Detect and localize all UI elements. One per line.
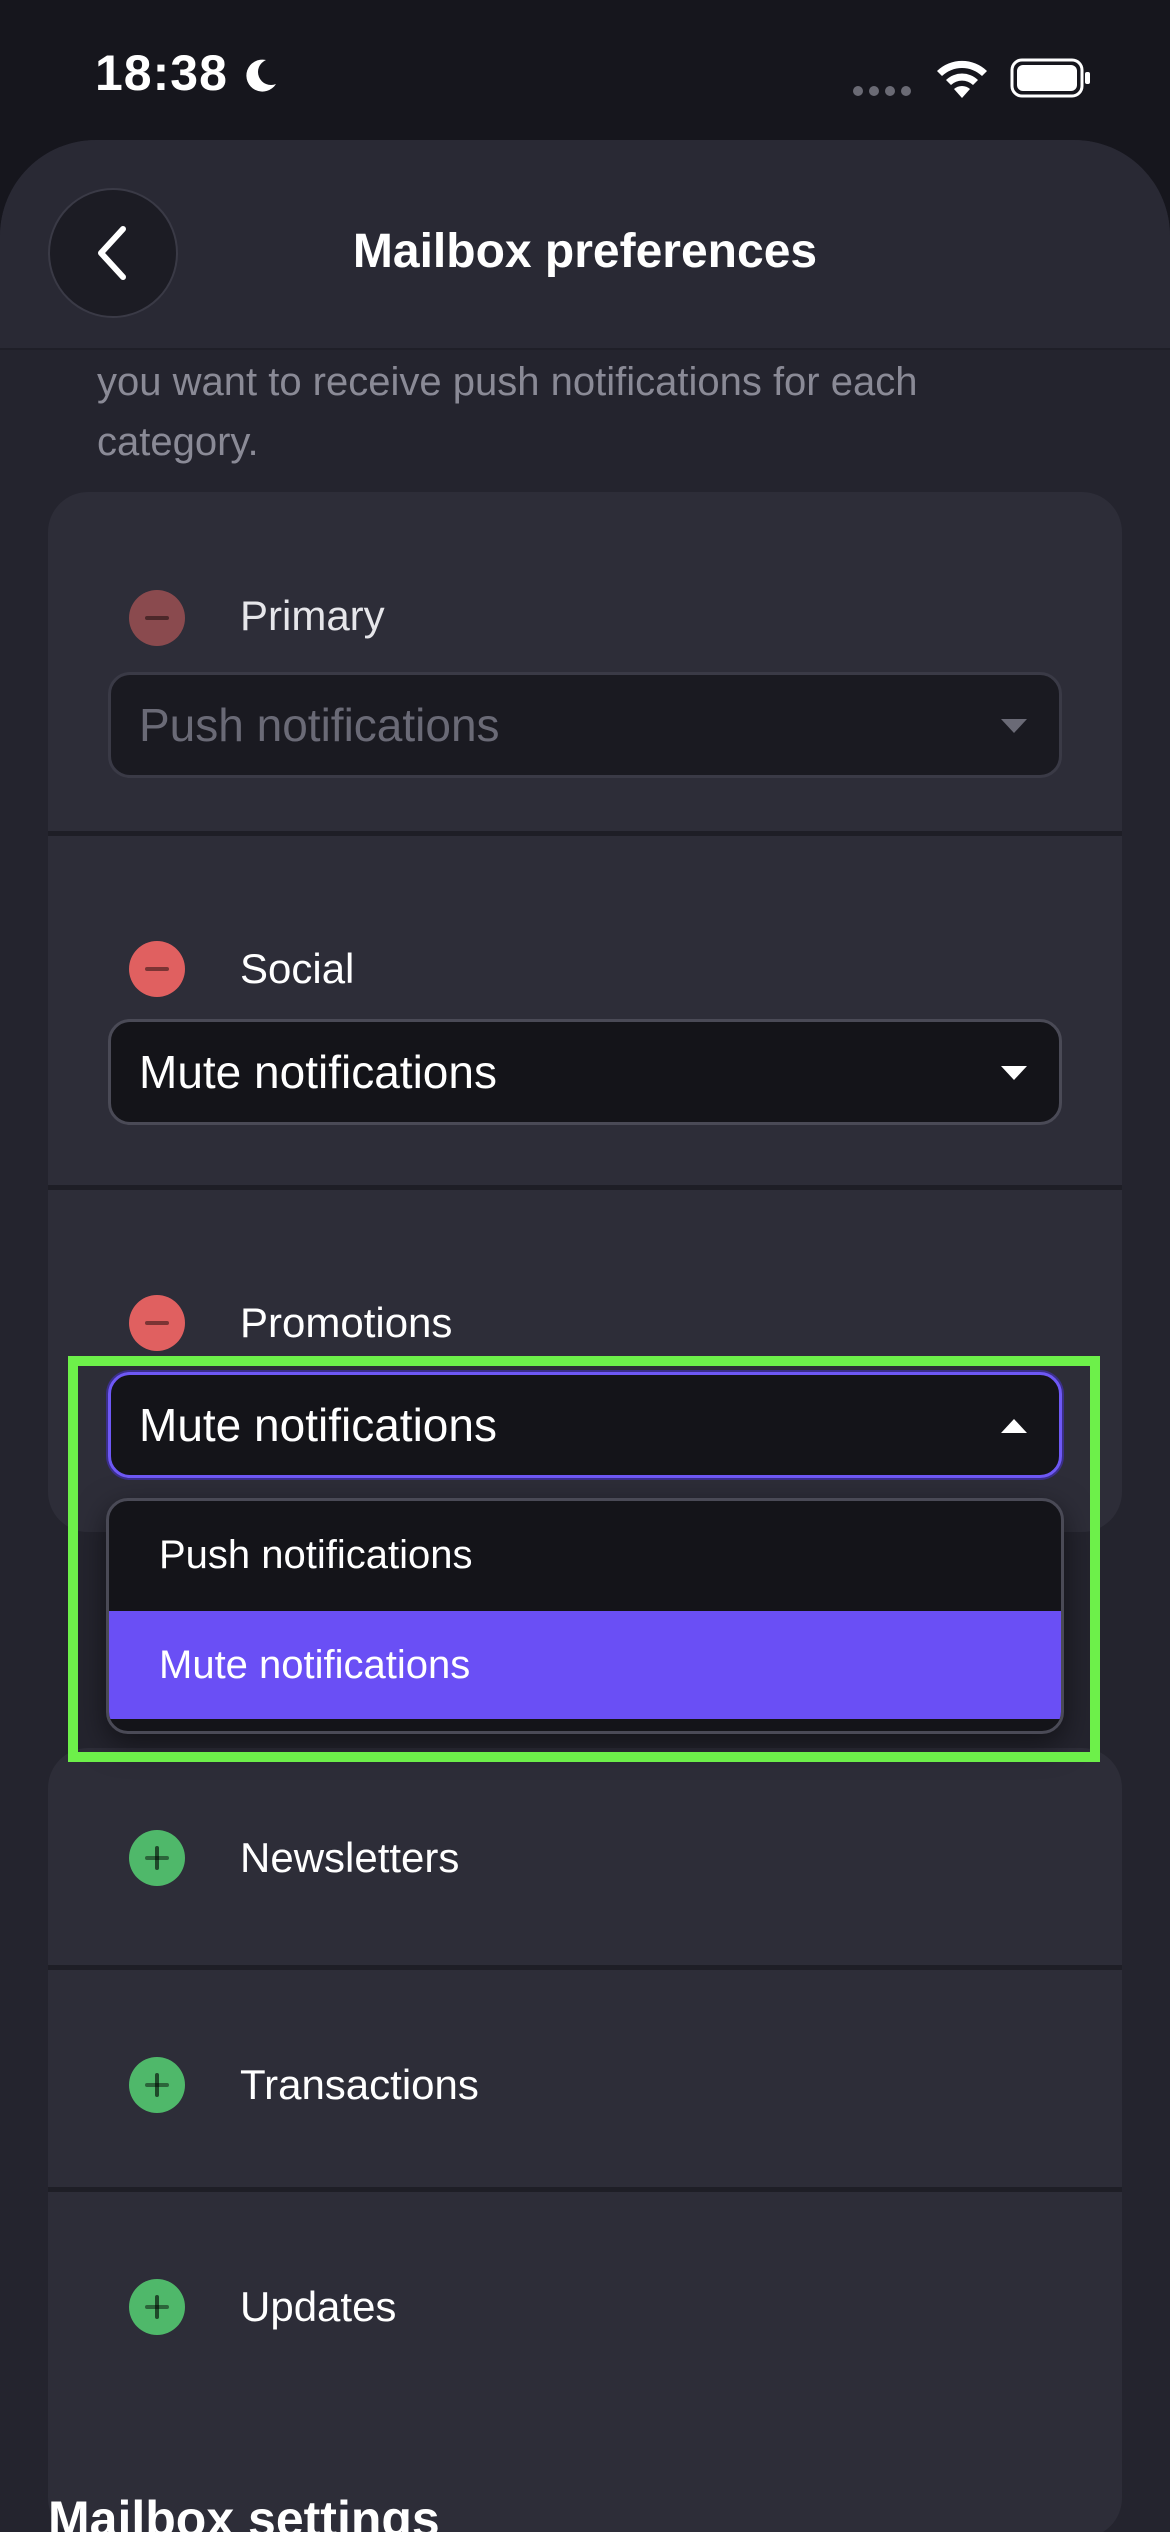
category-row-primary: Primary Push notifications [48,492,1122,836]
wifi-icon [937,60,987,98]
remove-promotions-button[interactable] [129,1295,185,1351]
category-label-primary: Primary [240,592,385,639]
status-bar: 18:38 [0,0,1170,140]
category-row-updates: Updates [48,2197,1122,2419]
status-time: 18:38 [95,45,228,101]
moon-icon [246,59,276,92]
category-label-newsletters: Newsletters [240,1834,460,1881]
section-title-mailbox-settings: Mailbox settings [48,2491,440,2532]
category-label-social: Social [240,945,355,992]
primary-notification-select[interactable]: Push notifications [108,672,1062,778]
remove-primary-button[interactable] [129,590,185,646]
battery-icon [1010,58,1090,98]
cellular-signal-icon [853,86,911,96]
category-row-social: Social Mute notifications [48,841,1122,1190]
add-transactions-button[interactable] [129,2057,185,2113]
page-title: Mailbox preferences [352,225,818,278]
category-row-newsletters: Newsletters [48,1748,1122,1970]
highlight-box [68,1356,1100,1762]
remove-social-button[interactable] [129,941,185,997]
select-value: Push notifications [139,699,500,751]
add-newsletters-button[interactable] [129,1830,185,1886]
select-value: Mute notifications [139,1046,497,1098]
inactive-categories-card: Newsletters Transactions Updates [48,1748,1122,2532]
minus-icon [145,1321,169,1325]
social-notification-select[interactable]: Mute notifications [108,1019,1062,1125]
category-label-transactions: Transactions [240,2061,479,2108]
minus-icon [145,616,169,620]
caret-down-icon [1001,719,1027,733]
minus-icon [145,967,169,971]
header: Mailbox preferences [0,140,1170,350]
add-updates-button[interactable] [129,2279,185,2335]
description-text: you want to receive push notifications f… [97,360,918,464]
category-label-promotions: Promotions [240,1299,453,1346]
category-label-updates: Updates [240,2283,397,2330]
preferences-sheet: you want to receive push notifications f… [0,140,1170,2532]
category-row-transactions: Transactions [48,1975,1122,2192]
caret-down-icon [1001,1066,1027,1080]
